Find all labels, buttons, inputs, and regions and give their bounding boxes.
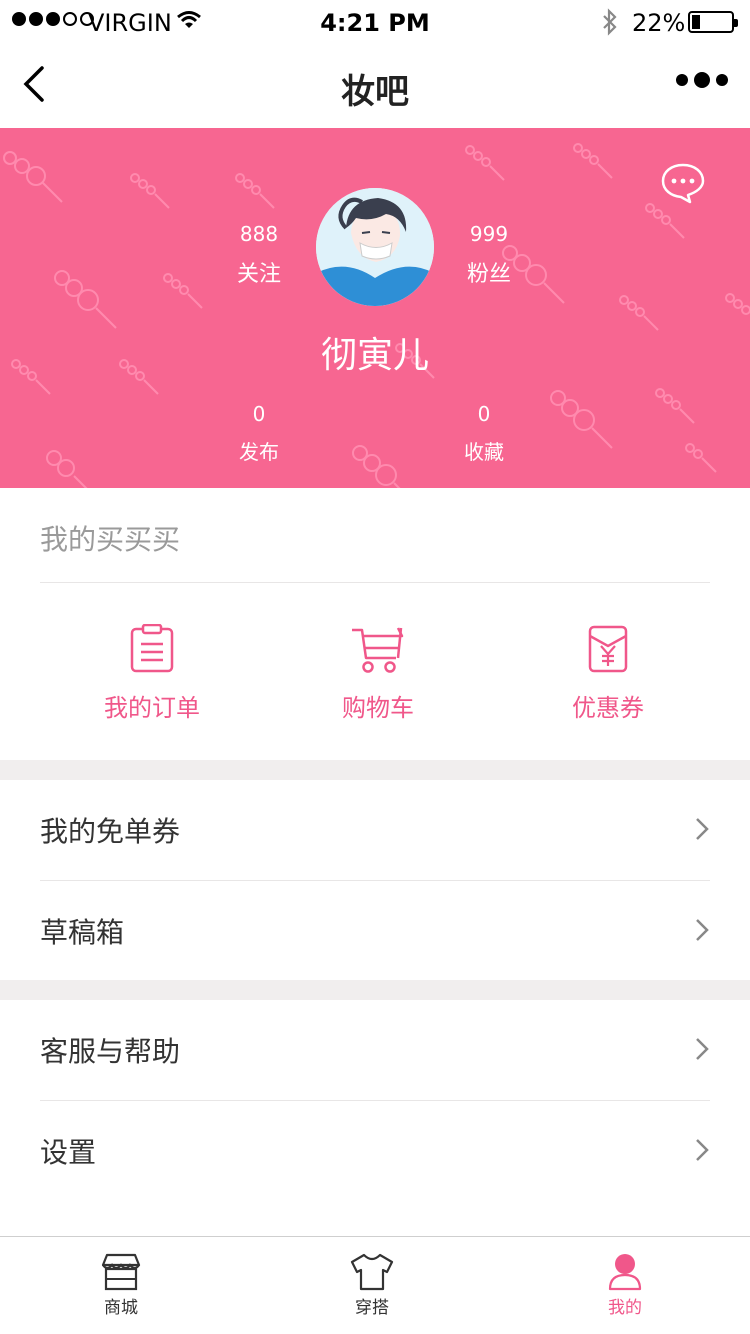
tab-label: 穿搭 [355,1298,389,1318]
shopping-cart-button[interactable]: 购物车 [288,624,468,723]
tshirt-icon [350,1253,394,1291]
followers-stat[interactable]: 999 粉丝 [439,222,539,288]
user-icon [608,1254,642,1291]
menu-row-free-coupons[interactable]: 我的免单券 [0,780,750,880]
followers-count: 999 [469,222,509,246]
chevron-right-icon [696,1139,709,1161]
tab-label: 我的 [608,1298,642,1318]
battery-percent: 22% [632,9,686,37]
chevron-right-icon [696,1038,709,1060]
message-bubble-icon[interactable] [660,162,706,204]
navigation-bar: 妆吧 [0,44,750,128]
favorites-count: 0 [477,402,491,426]
battery-icon [688,11,738,33]
chevron-right-icon [696,818,709,840]
followers-label: 粉丝 [466,262,511,287]
menu-row-drafts[interactable]: 草稿箱 [0,881,750,981]
profile-header: 888 关注 999 粉丝 彻寅儿 0 发布 0 收藏 [0,128,750,488]
coupon-label: 优惠券 [572,694,644,722]
menu-row-settings[interactable]: 设置 [0,1101,750,1201]
more-dots-icon[interactable] [676,72,728,88]
menu-row-customer-service[interactable]: 客服与帮助 [0,1000,750,1100]
page-title: 妆吧 [341,72,409,112]
menu-row-label: 设置 [40,1136,97,1169]
favorites-label: 收藏 [464,440,504,464]
shopping-cart-icon [352,627,404,673]
section-gap [0,980,750,1000]
following-count: 888 [239,222,279,246]
divider [40,582,710,583]
tab-me[interactable]: 我的 [565,1237,685,1318]
tab-bar: 商城 穿搭 我的 [0,1236,750,1334]
section-gap [0,760,750,780]
store-icon [101,1253,141,1291]
username: 彻寅儿 [320,335,429,376]
bluetooth-icon [603,8,617,36]
avatar-illustration [316,188,434,306]
tab-store[interactable]: 商城 [61,1237,181,1318]
favorites-stat[interactable]: 0 收藏 [434,402,534,465]
app-root: VIRGIN 4:21 PM 22% 妆吧 888 关注 999 粉丝 彻寅儿 … [0,0,750,1334]
coupon-button[interactable]: 优惠券 [518,624,698,723]
order-list-icon [130,624,174,673]
shopping-section-title: 我的买买买 [40,523,181,556]
following-stat[interactable]: 888 关注 [209,222,309,288]
menu-row-label: 草稿箱 [40,916,125,949]
posts-stat[interactable]: 0 发布 [209,402,309,465]
candy-pattern-decoration [3,143,750,488]
coupon-yen-icon [588,625,628,673]
posts-label: 发布 [239,440,279,464]
avatar[interactable] [316,188,434,306]
menu-row-label: 客服与帮助 [40,1035,181,1068]
status-bar: VIRGIN 4:21 PM 22% [0,0,750,44]
following-label: 关注 [236,262,281,287]
menu-row-label: 我的免单券 [40,815,181,848]
posts-count: 0 [252,402,266,426]
tab-label: 商城 [104,1298,138,1318]
tab-outfits[interactable]: 穿搭 [312,1237,432,1318]
shopping-cart-label: 购物车 [342,694,414,722]
my-orders-label: 我的订单 [104,694,200,722]
chevron-right-icon [696,919,709,941]
my-orders-button[interactable]: 我的订单 [62,624,242,723]
